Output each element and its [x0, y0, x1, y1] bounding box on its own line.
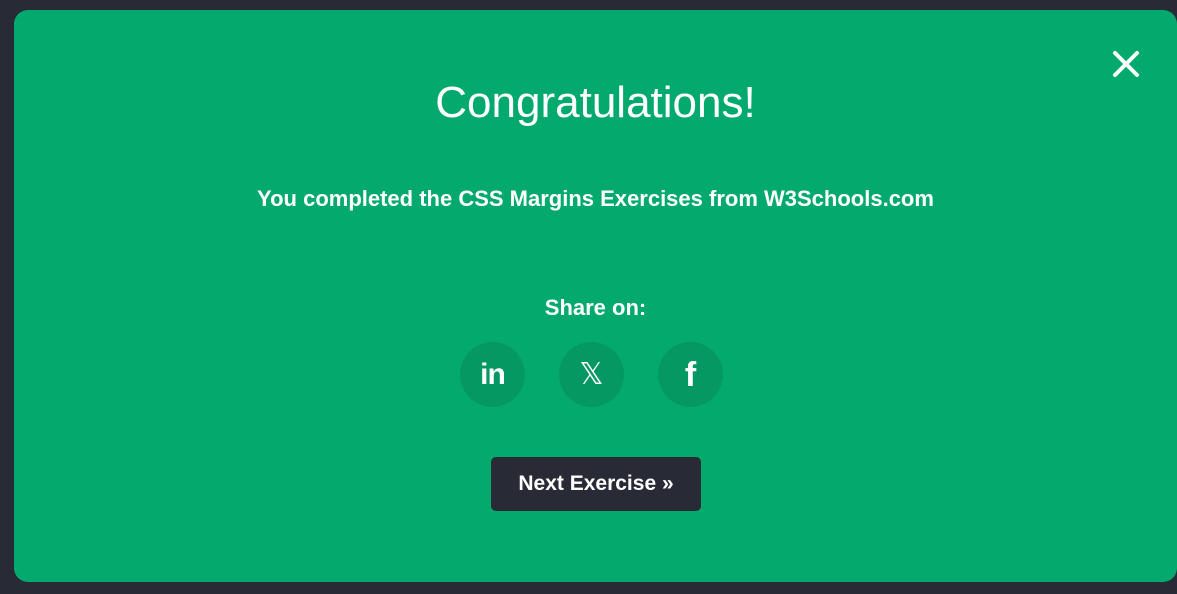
share-facebook-button[interactable]: f [658, 342, 723, 407]
completion-message: You completed the CSS Margins Exercises … [257, 186, 934, 211]
share-buttons: in 𝕏 f [14, 342, 1177, 407]
linkedin-icon: in [480, 357, 506, 391]
share-linkedin-button[interactable]: in [460, 342, 525, 407]
close-icon [1113, 51, 1139, 77]
share-x-button[interactable]: 𝕏 [559, 342, 624, 407]
modal-title: Congratulations! [435, 78, 756, 127]
congratulations-modal: Congratulations! You completed the CSS M… [14, 10, 1177, 582]
next-exercise-button[interactable]: Next Exercise » [491, 457, 701, 511]
share-label: Share on: [544, 295, 647, 320]
facebook-icon: f [684, 355, 697, 394]
x-icon: 𝕏 [579, 356, 604, 392]
